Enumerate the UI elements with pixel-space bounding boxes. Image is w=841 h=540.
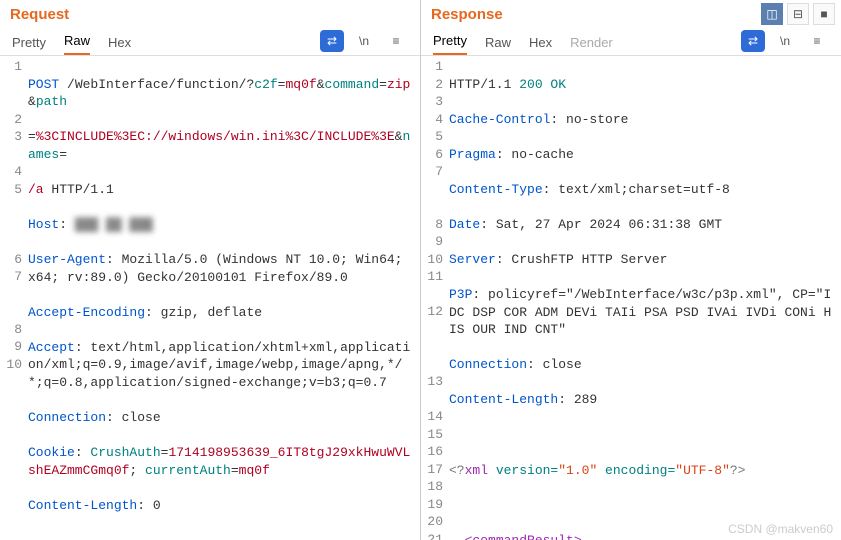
request-pane: Request Pretty Raw Hex ⇄ \n ≡ 1234567891…: [0, 0, 421, 540]
response-pane: Response ◫ ⊟ ■ Pretty Raw Hex Render ⇄ \…: [421, 0, 841, 540]
req-method: POST: [28, 77, 59, 92]
reply-icon-resp[interactable]: ⇄: [741, 30, 765, 52]
tab-pretty[interactable]: Pretty: [12, 35, 46, 55]
menu-icon-resp[interactable]: ≡: [805, 30, 829, 52]
response-title: Response: [427, 6, 503, 23]
resp-status: 200 OK: [519, 77, 566, 92]
request-title: Request: [6, 6, 69, 23]
tab-hex[interactable]: Hex: [108, 35, 131, 55]
response-gutter: 12345678910111213141516171819202122: [421, 56, 449, 540]
request-gutter: 12345678910: [0, 56, 28, 540]
response-tabs: Pretty Raw Hex Render: [433, 33, 723, 55]
layout-icons: ◫ ⊟ ■: [761, 3, 835, 25]
wrap-icon[interactable]: \n: [352, 30, 376, 52]
full-icon[interactable]: ■: [813, 3, 835, 25]
tab-render-resp[interactable]: Render: [570, 35, 613, 55]
tab-pretty-resp[interactable]: Pretty: [433, 33, 467, 55]
reply-icon[interactable]: ⇄: [320, 30, 344, 52]
columns-icon[interactable]: ◫: [761, 3, 783, 25]
rows-icon[interactable]: ⊟: [787, 3, 809, 25]
req-host: ███ ██ ███: [75, 217, 153, 232]
tab-hex-resp[interactable]: Hex: [529, 35, 552, 55]
xml-commandresult: <commandResult>: [465, 533, 582, 540]
tab-raw-resp[interactable]: Raw: [485, 35, 511, 55]
menu-icon[interactable]: ≡: [384, 30, 408, 52]
tab-raw[interactable]: Raw: [64, 33, 90, 55]
request-code[interactable]: 12345678910 POST /WebInterface/function/…: [0, 56, 420, 540]
request-tabs: Pretty Raw Hex: [12, 33, 302, 55]
wrap-icon-resp[interactable]: \n: [773, 30, 797, 52]
response-code[interactable]: 12345678910111213141516171819202122 HTTP…: [421, 56, 841, 540]
